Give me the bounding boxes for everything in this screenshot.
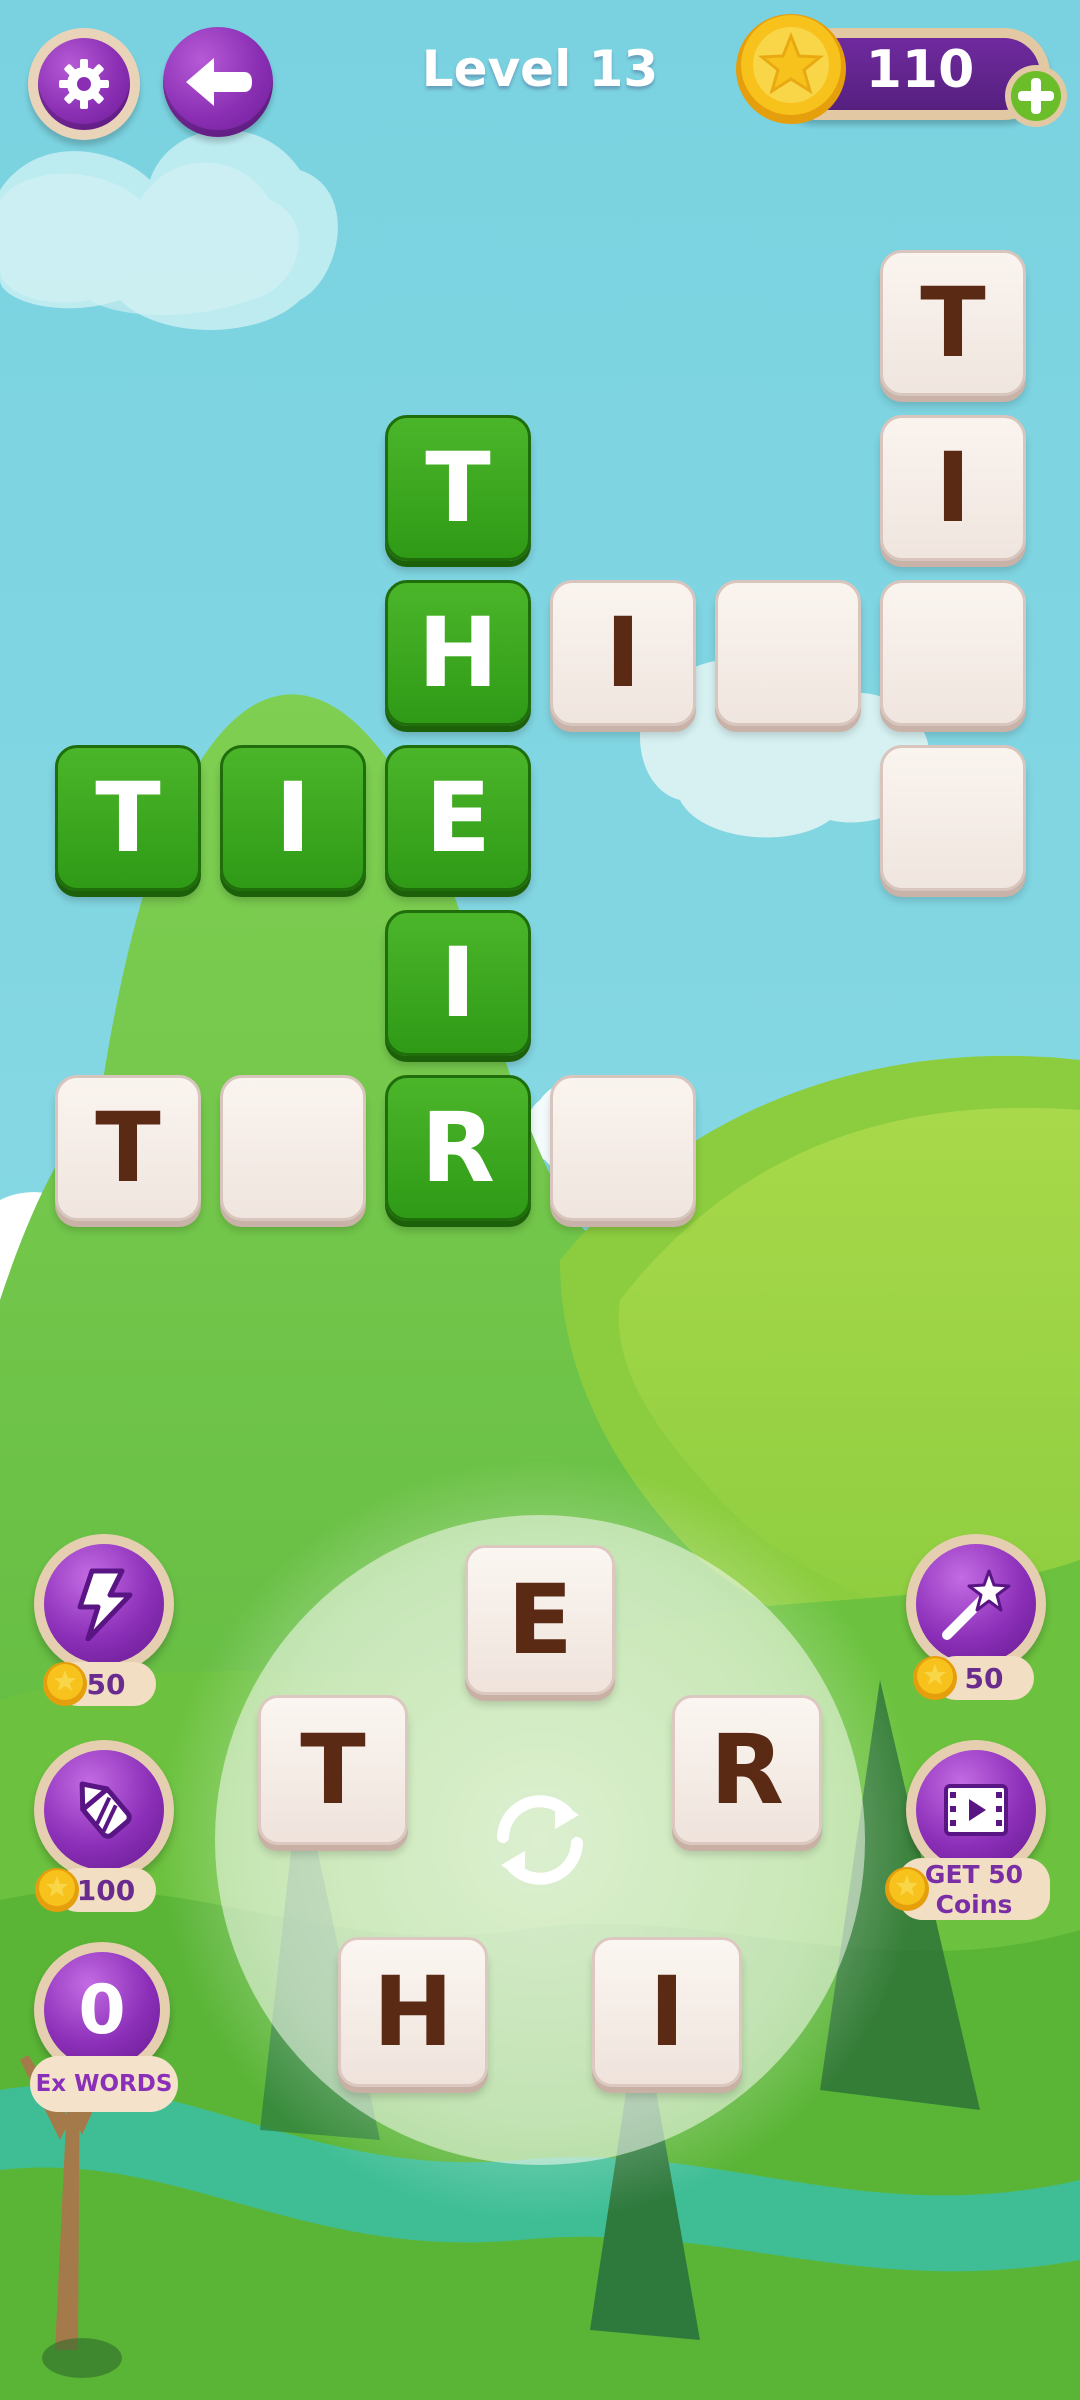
video-orb	[916, 1750, 1036, 1870]
coin-icon	[736, 14, 846, 124]
rocket-orb	[44, 1750, 164, 1870]
grid-cell-found: E	[385, 745, 531, 891]
grid-cell-revealed: T	[55, 1075, 201, 1221]
coin-icon	[43, 1662, 87, 1706]
rocket-icon	[79, 1781, 132, 1839]
get-coins-line1: GET 50	[924, 1860, 1024, 1889]
grid-cell-found: R	[385, 1075, 531, 1221]
grid-cell-found: T	[55, 745, 201, 891]
magic-wand-orb	[916, 1544, 1036, 1664]
shuffle-icon[interactable]	[485, 1785, 595, 1895]
wheel-letter-r[interactable]: R	[672, 1695, 822, 1845]
grid-cell-revealed: T	[880, 250, 1026, 396]
extra-words-label: Ex WORDS	[30, 2056, 178, 2112]
wheel-letter-h[interactable]: H	[338, 1937, 488, 2087]
grid-cell-empty	[715, 580, 861, 726]
video-icon	[944, 1784, 1008, 1836]
wheel-letter-e[interactable]: E	[465, 1545, 615, 1695]
extra-words-count: 0	[78, 1970, 126, 2050]
level-title: Level 13	[421, 40, 659, 98]
back-arrow-icon	[186, 58, 252, 106]
back-button-orb	[163, 27, 273, 137]
rocket-hint-button[interactable]	[34, 1740, 174, 1880]
grid-cell-revealed: I	[550, 580, 696, 726]
coin-icon	[913, 1656, 957, 1700]
coin-count: 110	[865, 40, 975, 100]
grid-cell-found: T	[385, 415, 531, 561]
grid-cell-found: I	[385, 910, 531, 1056]
settings-button[interactable]	[28, 28, 140, 140]
settings-button-orb	[38, 38, 130, 130]
add-coins-button[interactable]	[1004, 64, 1068, 128]
grid-cell-empty	[550, 1075, 696, 1221]
gear-icon	[59, 59, 109, 109]
magic-wand-hint-button[interactable]	[906, 1534, 1046, 1674]
back-button[interactable]	[162, 26, 274, 138]
grid-cell-revealed: I	[880, 415, 1026, 561]
grid-cell-empty	[220, 1075, 366, 1221]
lightning-icon	[77, 1568, 133, 1641]
wheel-letter-i[interactable]: I	[592, 1937, 742, 2087]
coin-icon	[35, 1868, 79, 1912]
grid-cell-empty	[880, 580, 1026, 726]
magic-wand-icon	[942, 1569, 1011, 1640]
wheel-letter-t[interactable]: T	[258, 1695, 408, 1845]
lightning-orb	[44, 1544, 164, 1664]
get-coins-line2: Coins	[935, 1890, 1013, 1919]
grid-cell-empty	[880, 745, 1026, 891]
grid-cell-found: H	[385, 580, 531, 726]
lightning-hint-button[interactable]	[34, 1534, 174, 1674]
extra-words-orb: 0	[44, 1952, 160, 2068]
coin-icon	[885, 1867, 929, 1911]
grid-cell-found: I	[220, 745, 366, 891]
